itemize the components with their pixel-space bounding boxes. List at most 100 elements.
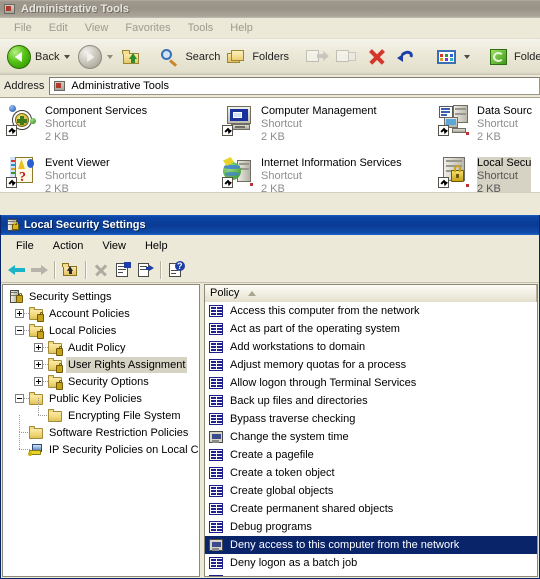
forward-button[interactable] — [75, 42, 118, 72]
local-security-icon — [438, 156, 470, 188]
menu-favorites[interactable]: Favorites — [117, 20, 179, 36]
menu-view[interactable]: View — [77, 20, 118, 36]
table-row[interactable]: Adjust memory quotas for a process — [205, 356, 537, 374]
table-row[interactable]: Deny logon as a service — [205, 572, 537, 576]
table-row[interactable]: Create permanent shared objects — [205, 500, 537, 518]
views-button[interactable] — [432, 42, 475, 72]
policy-name: Back up files and directories — [230, 395, 368, 407]
item-name: Computer Management — [261, 105, 377, 117]
administrative-tools-window[interactable]: Administrative Tools File Edit View Favo… — [0, 0, 540, 222]
list-item[interactable]: Local Secu Shortcut 2 KB — [438, 156, 532, 196]
table-row[interactable]: Change the system time — [205, 428, 537, 446]
column-header-policy[interactable]: Policy — [205, 285, 537, 302]
menu-action[interactable]: Action — [44, 238, 94, 254]
policy-icon — [208, 519, 224, 535]
table-row[interactable]: Create global objects — [205, 482, 537, 500]
expand-toggle[interactable] — [32, 339, 49, 356]
undo-button[interactable] — [392, 42, 422, 72]
menu-help[interactable]: Help — [136, 238, 178, 254]
table-row[interactable]: Bypass traverse checking — [205, 410, 537, 428]
mmc-properties-button[interactable] — [112, 259, 134, 280]
iis-icon — [222, 156, 254, 188]
local-security-settings-window[interactable]: Local Security Settings File Action View… — [0, 215, 540, 579]
copy-to-button — [332, 42, 362, 72]
policy-name: Deny access to this computer from the ne… — [230, 539, 460, 551]
mmc-menubar[interactable]: File Action View Help — [1, 235, 539, 257]
expand-toggle[interactable] — [32, 373, 49, 390]
item-size: 2 KB — [45, 131, 69, 143]
expand-toggle[interactable] — [13, 305, 30, 322]
policy-name: Act as part of the operating system — [230, 323, 400, 335]
address-input[interactable]: Administrative Tools — [49, 77, 540, 95]
mmc-toolbar[interactable]: ? — [1, 257, 539, 283]
tree-item-user-rights-assignment[interactable]: User Rights Assignment — [6, 356, 199, 373]
table-row[interactable]: Access this computer from the network — [205, 302, 537, 320]
up-button[interactable] — [118, 42, 146, 72]
table-row[interactable]: Deny logon as a batch job — [205, 554, 537, 572]
item-type: Shortcut — [45, 118, 86, 130]
expand-toggle[interactable] — [32, 356, 49, 373]
explorer-menubar[interactable]: File Edit View Favorites Tools Help — [0, 18, 540, 39]
tree-item-public-key-policies[interactable]: Public Key Policies — [6, 390, 199, 407]
tree-item-audit-policy[interactable]: Audit Policy — [6, 339, 199, 356]
tree-item-ip-security-policies[interactable]: IP Security Policies on Local Cor — [6, 432, 199, 458]
menu-edit[interactable]: Edit — [41, 20, 77, 36]
menu-tools[interactable]: Tools — [180, 20, 223, 36]
table-row[interactable]: Back up files and directories — [205, 392, 537, 410]
tree-item-security-options[interactable]: Security Options — [6, 373, 199, 390]
delete-button[interactable] — [362, 42, 392, 72]
list-item[interactable]: Internet Information Services Shortcut 2… — [222, 156, 402, 196]
back-button[interactable]: Back — [4, 42, 75, 72]
table-row[interactable]: Debug programs — [205, 518, 537, 536]
tree-item-software-restriction-policies[interactable]: Software Restriction Policies — [6, 415, 199, 441]
forward-dropdown-icon[interactable] — [107, 54, 114, 59]
list-header[interactable]: Policy — [205, 285, 537, 302]
tree-item-security-settings[interactable]: Security Settings — [6, 288, 199, 305]
mmc-export-list-button[interactable] — [134, 259, 156, 280]
mmc-back-button[interactable] — [6, 259, 28, 280]
table-row[interactable]: Allow logon through Terminal Services — [205, 374, 537, 392]
explorer-file-list[interactable]: Component Services Shortcut 2 KB Compute… — [0, 97, 540, 208]
folder-sync-button[interactable]: Folde — [485, 42, 540, 72]
up-one-level-icon — [61, 262, 79, 278]
table-row[interactable]: Act as part of the operating system — [205, 320, 537, 338]
mmc-up-button[interactable] — [59, 259, 81, 280]
collapse-toggle[interactable] — [13, 322, 30, 339]
tree-item-label: Security Settings — [29, 290, 112, 303]
list-item[interactable]: Component Services Shortcut 2 KB — [6, 104, 147, 144]
security-settings-tree[interactable]: Security Settings Account Policies Local… — [3, 285, 199, 458]
tree-item-encrypting-file-system[interactable]: Encrypting File System — [6, 398, 199, 424]
menu-help[interactable]: Help — [222, 20, 262, 36]
policy-rows[interactable]: Access this computer from the network Ac… — [205, 302, 537, 576]
table-row[interactable]: Add workstations to domain — [205, 338, 537, 356]
list-item[interactable]: Computer Management Shortcut 2 KB — [222, 104, 377, 144]
search-label: Search — [185, 50, 221, 63]
policy-name: Debug programs — [230, 521, 312, 533]
collapse-toggle[interactable] — [13, 390, 30, 407]
folders-button[interactable]: Folders — [223, 42, 292, 72]
policy-list-pane[interactable]: Policy Access this computer from the net… — [204, 284, 538, 577]
table-row[interactable]: Deny access to this computer from the ne… — [205, 536, 537, 554]
menu-file[interactable]: File — [7, 238, 44, 254]
menu-file[interactable]: File — [6, 20, 41, 36]
mmc-toolbar-separator-2 — [85, 260, 86, 279]
tree-item-account-policies[interactable]: Account Policies — [6, 305, 199, 322]
explorer-toolbar[interactable]: Back Search Folders Folde — [0, 39, 540, 75]
explorer-titlebar[interactable]: Administrative Tools — [0, 0, 540, 18]
list-item[interactable]: Data Sourc Shortcut 2 KB — [438, 104, 532, 144]
menu-view[interactable]: View — [93, 238, 136, 254]
table-row[interactable]: Create a token object — [205, 464, 537, 482]
mmc-title: Local Security Settings — [24, 219, 146, 231]
mmc-help-button[interactable]: ? — [165, 259, 187, 280]
mmc-titlebar[interactable]: Local Security Settings — [1, 215, 539, 235]
search-button[interactable]: Search — [156, 42, 223, 72]
back-dropdown-icon[interactable] — [64, 54, 71, 59]
tree-item-local-policies[interactable]: Local Policies — [6, 322, 199, 339]
explorer-addressbar[interactable]: Address Administrative Tools — [0, 75, 540, 97]
list-item[interactable]: ? Event Viewer Shortcut 2 KB — [6, 156, 110, 196]
policy-folder-icon — [47, 340, 63, 356]
table-row[interactable]: Create a pagefile — [205, 446, 537, 464]
scope-tree-pane[interactable]: Security Settings Account Policies Local… — [2, 284, 200, 577]
policy-name: Deny logon as a batch job — [230, 557, 358, 569]
views-dropdown-icon[interactable] — [464, 54, 471, 59]
